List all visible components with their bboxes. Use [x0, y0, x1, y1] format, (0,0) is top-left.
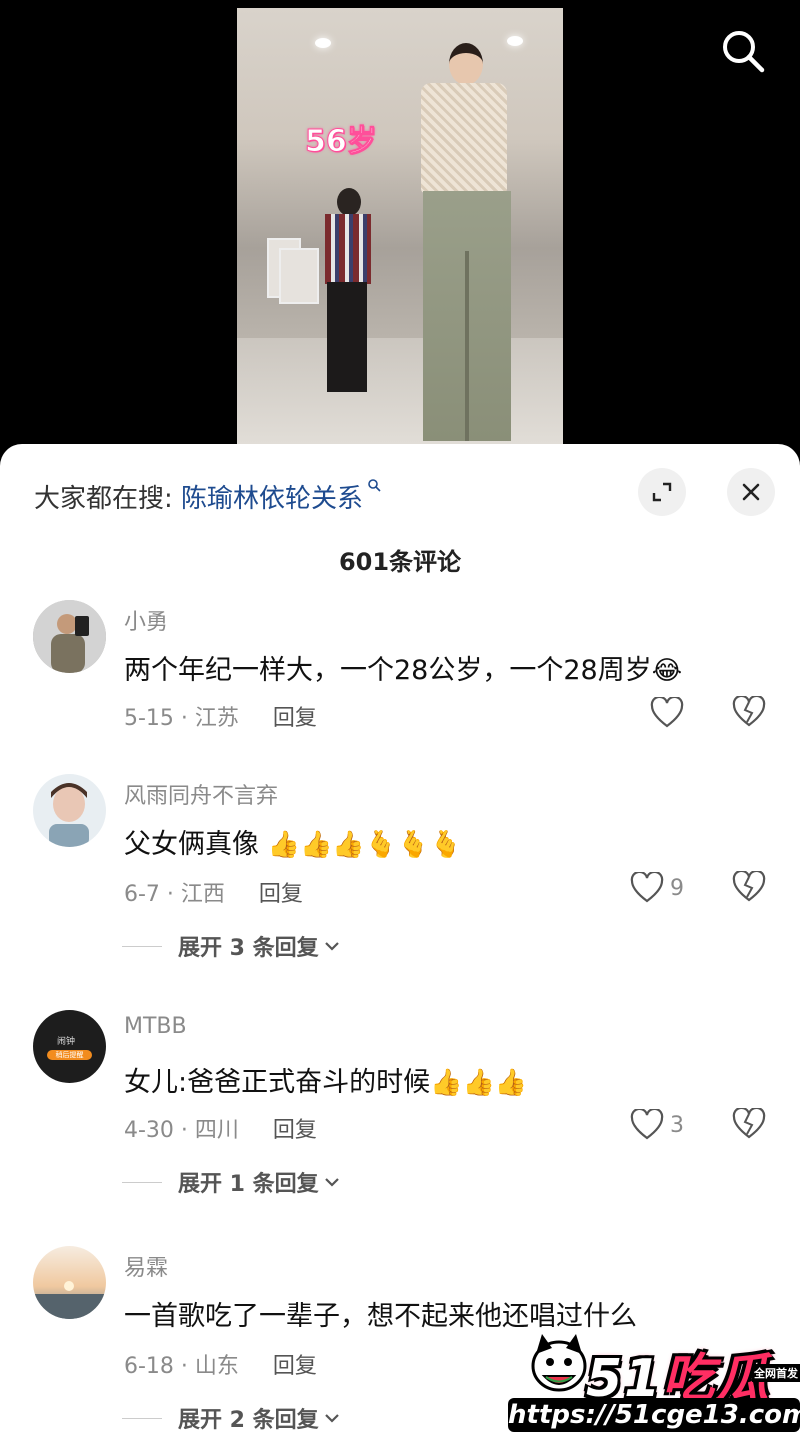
wall-art: [279, 248, 319, 304]
trending-search-hint: 大家都在搜: 陈瑜林依轮关系: [34, 478, 381, 515]
avatar[interactable]: [33, 774, 106, 847]
expand-replies-label[interactable]: 展开 3 条回复: [178, 930, 319, 962]
chevron-down-icon: [324, 1414, 339, 1423]
watermark-tag: 全网首发: [752, 1364, 800, 1382]
close-button[interactable]: [727, 468, 775, 516]
thumbs-up-emoji: 👍👍👍🫰🫰🫰: [267, 830, 462, 860]
search-icon: [723, 31, 765, 73]
dislike-button[interactable]: [732, 1106, 766, 1142]
like-count: 3: [670, 1112, 684, 1138]
trending-search-link[interactable]: 陈瑜林依轮关系: [181, 479, 381, 514]
expand-replies-button[interactable]: 展开 1 条回复: [122, 1166, 341, 1198]
video-area[interactable]: 56岁: [0, 0, 800, 445]
close-icon: [742, 483, 760, 501]
heart-icon: [650, 697, 684, 728]
avatar[interactable]: [33, 1246, 106, 1319]
divider-line: [122, 945, 162, 947]
comment-date-region: 6-18 · 山东: [124, 1354, 239, 1379]
reply-button[interactable]: 回复: [259, 882, 303, 907]
mascot-logo-icon: [531, 1334, 587, 1392]
comment-meta: 4-30 · 四川 回复: [124, 1112, 317, 1144]
avatar-image: [33, 774, 106, 847]
heart-icon: [630, 1109, 664, 1140]
avatar[interactable]: 闹钟 稍后提醒: [33, 1010, 106, 1083]
avatar-image: [33, 1246, 106, 1319]
comment-text: 父女俩真像 👍👍👍🫰🫰🫰: [124, 829, 462, 860]
comment-count: 601条评论: [338, 548, 462, 576]
divider-line: [122, 1417, 162, 1419]
like-count: 9: [670, 875, 684, 901]
video-overlay-text: 56岁: [305, 124, 378, 160]
search-button[interactable]: [720, 28, 766, 74]
avatar-text: 闹钟: [57, 1037, 76, 1047]
comment-username[interactable]: 易霖: [124, 1250, 168, 1282]
small-search-icon: [368, 479, 381, 492]
like-button[interactable]: [650, 696, 690, 730]
comment-username[interactable]: 小勇: [124, 604, 168, 636]
watermark: 51吃瓜 全网首发 https://51cge13.com: [508, 1328, 800, 1434]
trending-search-query[interactable]: 陈瑜林依轮关系: [181, 484, 363, 514]
expand-icon: [652, 482, 672, 502]
thumbs-up-emoji: 👍👍👍: [430, 1068, 528, 1098]
expand-replies-label[interactable]: 展开 2 条回复: [178, 1402, 319, 1434]
trending-search-prefix: 大家都在搜:: [34, 484, 173, 514]
comment-username[interactable]: 风雨同舟不言弃: [124, 778, 278, 810]
watermark-url: https://51cge13.com: [508, 1398, 800, 1432]
broken-heart-icon: [732, 1106, 766, 1139]
heart-icon: [630, 872, 664, 903]
fullscreen-button[interactable]: [638, 468, 686, 516]
comment-username[interactable]: MTBB: [124, 1014, 187, 1039]
comment-date-region: 4-30 · 四川: [124, 1118, 239, 1143]
expand-replies-button[interactable]: 展开 2 条回复: [122, 1402, 341, 1434]
chevron-down-icon: [324, 1178, 339, 1187]
chevron-down-icon: [324, 942, 339, 951]
avatar[interactable]: [33, 600, 106, 673]
broken-heart-icon: [732, 694, 766, 727]
expand-replies-label[interactable]: 展开 1 条回复: [178, 1166, 319, 1198]
dancer-woman: [407, 43, 537, 445]
dislike-button[interactable]: [732, 694, 766, 730]
like-button[interactable]: 3: [630, 1108, 684, 1142]
dancer-man: [319, 188, 375, 398]
comment-meta: 5-15 · 江苏 回复: [124, 700, 317, 732]
avatar-image: [33, 600, 106, 673]
ceiling-light: [315, 38, 331, 48]
comment-meta: 6-7 · 江西 回复: [124, 876, 303, 908]
laughing-emoji: 😂: [651, 656, 683, 686]
comment-meta: 6-18 · 山东 回复: [124, 1348, 317, 1380]
comment-date-region: 6-7 · 江西: [124, 882, 225, 907]
divider-line: [122, 1181, 162, 1183]
dislike-button[interactable]: [732, 869, 766, 905]
reply-button[interactable]: 回复: [273, 1118, 317, 1143]
broken-heart-icon: [732, 869, 766, 902]
like-button[interactable]: 9: [630, 871, 684, 905]
comment-text: 女儿:爸爸正式奋斗的时候👍👍👍: [124, 1067, 528, 1098]
reply-button[interactable]: 回复: [273, 706, 317, 731]
avatar-pill: 稍后提醒: [47, 1050, 92, 1060]
comment-panel: [0, 444, 800, 1434]
video-frame[interactable]: 56岁: [237, 8, 563, 445]
expand-replies-button[interactable]: 展开 3 条回复: [122, 930, 341, 962]
comment-date-region: 5-15 · 江苏: [124, 706, 239, 731]
reply-button[interactable]: 回复: [273, 1354, 317, 1379]
comment-text: 两个年纪一样大，一个28公岁，一个28周岁😂: [124, 655, 683, 686]
